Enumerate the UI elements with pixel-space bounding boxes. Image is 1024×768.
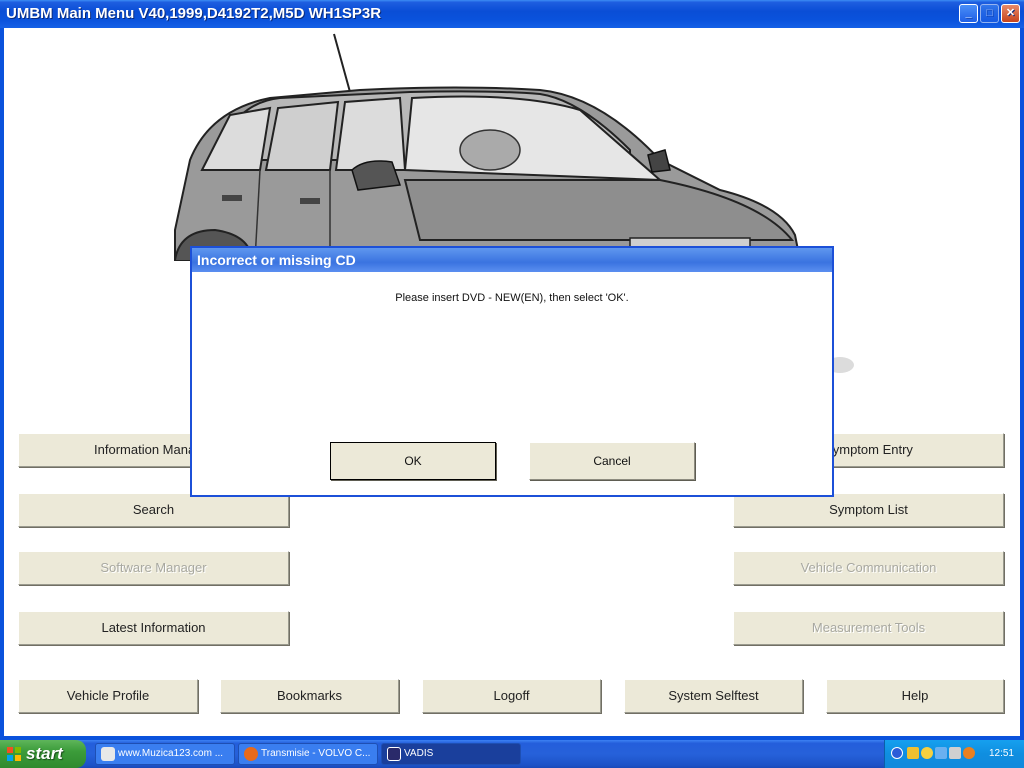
windows-logo-icon (7, 747, 21, 761)
tray-messenger-icon[interactable] (921, 747, 933, 759)
dialog-title[interactable]: Incorrect or missing CD (192, 248, 832, 272)
search-button[interactable]: Search (18, 493, 289, 527)
bookmarks-button[interactable]: Bookmarks (220, 679, 399, 713)
close-button[interactable]: ✕ (1001, 4, 1020, 23)
vehicle-communication-button: Vehicle Communication (733, 551, 1004, 585)
taskbar: start www.Muzica123.com ... Transmisie -… (0, 740, 1024, 768)
window-title-bar[interactable]: UMBM Main Menu V40,1999,D4192T2,M5D WH1S… (0, 0, 1024, 28)
minimize-button[interactable]: _ (959, 4, 978, 23)
ok-button[interactable]: OK (330, 442, 496, 480)
dialog-message: Please insert DVD - NEW(EN), then select… (395, 292, 629, 304)
system-tray: 12:51 (884, 740, 1024, 768)
taskbar-item-firefox[interactable]: Transmisie - VOLVO C... (238, 743, 378, 765)
help-button[interactable]: Help (826, 679, 1004, 713)
latest-information-button[interactable]: Latest Information (18, 611, 289, 645)
taskbar-item-vadis[interactable]: VADIS (381, 743, 521, 765)
cancel-button[interactable]: Cancel (529, 442, 695, 480)
browser-icon (101, 747, 115, 761)
vadis-icon (387, 747, 401, 761)
tray-folder-icon[interactable] (907, 747, 919, 759)
taskbar-item-browser[interactable]: www.Muzica123.com ... (95, 743, 235, 765)
tray-app-icon[interactable] (963, 747, 975, 759)
vehicle-profile-button[interactable]: Vehicle Profile (18, 679, 198, 713)
measurement-tools-button: Measurement Tools (733, 611, 1004, 645)
software-manager-button: Software Manager (18, 551, 289, 585)
start-button[interactable]: start (0, 740, 86, 768)
window-title: UMBM Main Menu V40,1999,D4192T2,M5D WH1S… (6, 5, 382, 22)
maximize-button: □ (980, 4, 999, 23)
system-selftest-button[interactable]: System Selftest (624, 679, 803, 713)
clock[interactable]: 12:51 (989, 740, 1014, 768)
symptom-list-button[interactable]: Symptom List (733, 493, 1004, 527)
firefox-icon (244, 747, 258, 761)
tray-expand-icon[interactable] (891, 747, 903, 759)
logoff-button[interactable]: Logoff (422, 679, 601, 713)
missing-cd-dialog: Incorrect or missing CD Please insert DV… (190, 246, 834, 497)
tray-volume-icon[interactable] (949, 747, 961, 759)
tray-network-icon[interactable] (935, 747, 947, 759)
